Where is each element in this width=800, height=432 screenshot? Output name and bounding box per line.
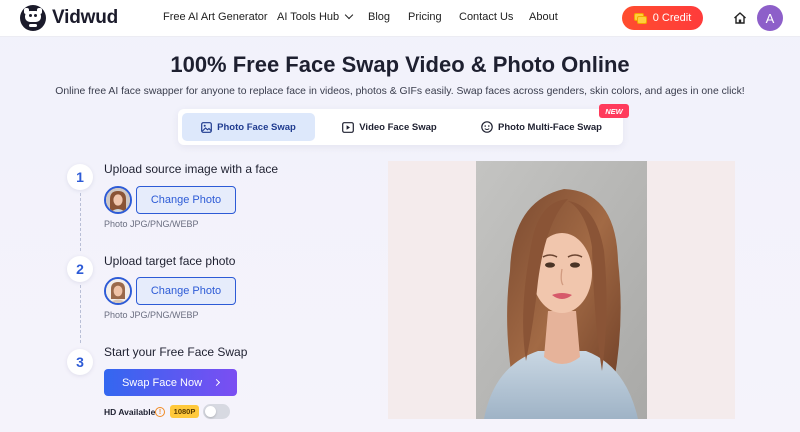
tab-photo-multi-face-swap-label: Photo Multi-Face Swap bbox=[498, 121, 602, 133]
nav-free-ai-art-generator[interactable]: Free AI Art Generator bbox=[163, 11, 268, 23]
swap-face-now-label: Swap Face Now bbox=[121, 376, 203, 389]
change-target-photo-button[interactable]: Change Photo bbox=[136, 277, 236, 305]
new-badge: NEW bbox=[599, 104, 629, 118]
swap-mode-tabs: Photo Face Swap Video Face Swap Photo Mu… bbox=[178, 109, 623, 145]
chevron-right-icon bbox=[213, 378, 221, 387]
step-connector bbox=[80, 193, 81, 251]
step-1-number: 1 bbox=[67, 164, 93, 190]
nav-contact-us[interactable]: Contact Us bbox=[459, 11, 513, 23]
robot-logo-icon bbox=[20, 5, 46, 31]
result-preview-panel bbox=[388, 161, 735, 419]
page-subtitle: Online free AI face swapper for anyone t… bbox=[55, 86, 745, 97]
toggle-knob bbox=[205, 406, 216, 417]
page-title: 100% Free Face Swap Video & Photo Online bbox=[170, 52, 630, 77]
step-connector bbox=[80, 285, 81, 343]
step-1-title: Upload source image with a face bbox=[104, 162, 279, 176]
resolution-badge: 1080P bbox=[170, 405, 199, 418]
video-icon bbox=[342, 121, 355, 133]
brand-name: Vidwud bbox=[52, 7, 119, 28]
woman-portrait-image bbox=[476, 161, 647, 419]
step-2-number: 2 bbox=[67, 256, 93, 282]
swap-face-now-button[interactable]: Swap Face Now bbox=[104, 369, 237, 396]
tab-photo-face-swap[interactable]: Photo Face Swap bbox=[182, 113, 315, 141]
source-format-hint: Photo JPG/PNG/WEBP bbox=[104, 219, 199, 229]
nav-about[interactable]: About bbox=[529, 11, 558, 23]
tab-video-face-swap-label: Video Face Swap bbox=[359, 121, 437, 133]
chevron-down-icon bbox=[344, 10, 354, 20]
source-image-thumbnail[interactable] bbox=[104, 186, 132, 214]
target-face-thumbnail-image bbox=[106, 279, 130, 303]
user-avatar[interactable]: A bbox=[757, 5, 783, 31]
nav-blog[interactable]: Blog bbox=[368, 11, 390, 23]
tab-photo-multi-face-swap[interactable]: Photo Multi-Face Swap bbox=[464, 113, 619, 141]
step-2-title: Upload target face photo bbox=[104, 254, 236, 268]
multi-face-icon bbox=[481, 121, 493, 133]
nav-pricing[interactable]: Pricing bbox=[408, 11, 442, 23]
credit-button[interactable]: 0 Credit bbox=[622, 6, 703, 30]
tab-photo-face-swap-label: Photo Face Swap bbox=[217, 121, 296, 133]
change-source-photo-button[interactable]: Change Photo bbox=[136, 186, 236, 214]
nav-ai-tools-hub[interactable]: AI Tools Hub bbox=[277, 10, 354, 23]
step-3-number: 3 bbox=[67, 349, 93, 375]
credit-label: 0 Credit bbox=[652, 12, 692, 24]
home-icon[interactable] bbox=[733, 11, 747, 25]
source-face-thumbnail-image bbox=[106, 188, 130, 212]
vidwud-logo[interactable]: Vidwud bbox=[20, 5, 118, 31]
top-navbar: Vidwud Free AI Art Generator AI Tools Hu… bbox=[0, 0, 800, 37]
image-icon bbox=[201, 121, 213, 133]
step-3-title: Start your Free Face Swap bbox=[104, 345, 248, 359]
info-icon[interactable]: ! bbox=[155, 407, 165, 417]
nav-ai-tools-hub-label: AI Tools Hub bbox=[277, 11, 340, 23]
target-face-thumbnail[interactable] bbox=[104, 277, 132, 305]
target-format-hint: Photo JPG/PNG/WEBP bbox=[104, 310, 199, 320]
preview-photo bbox=[476, 161, 647, 419]
hd-toggle[interactable] bbox=[203, 404, 230, 419]
tab-video-face-swap[interactable]: Video Face Swap bbox=[323, 113, 456, 141]
coins-icon bbox=[633, 12, 647, 24]
hd-available-label: HD Available bbox=[104, 407, 156, 417]
